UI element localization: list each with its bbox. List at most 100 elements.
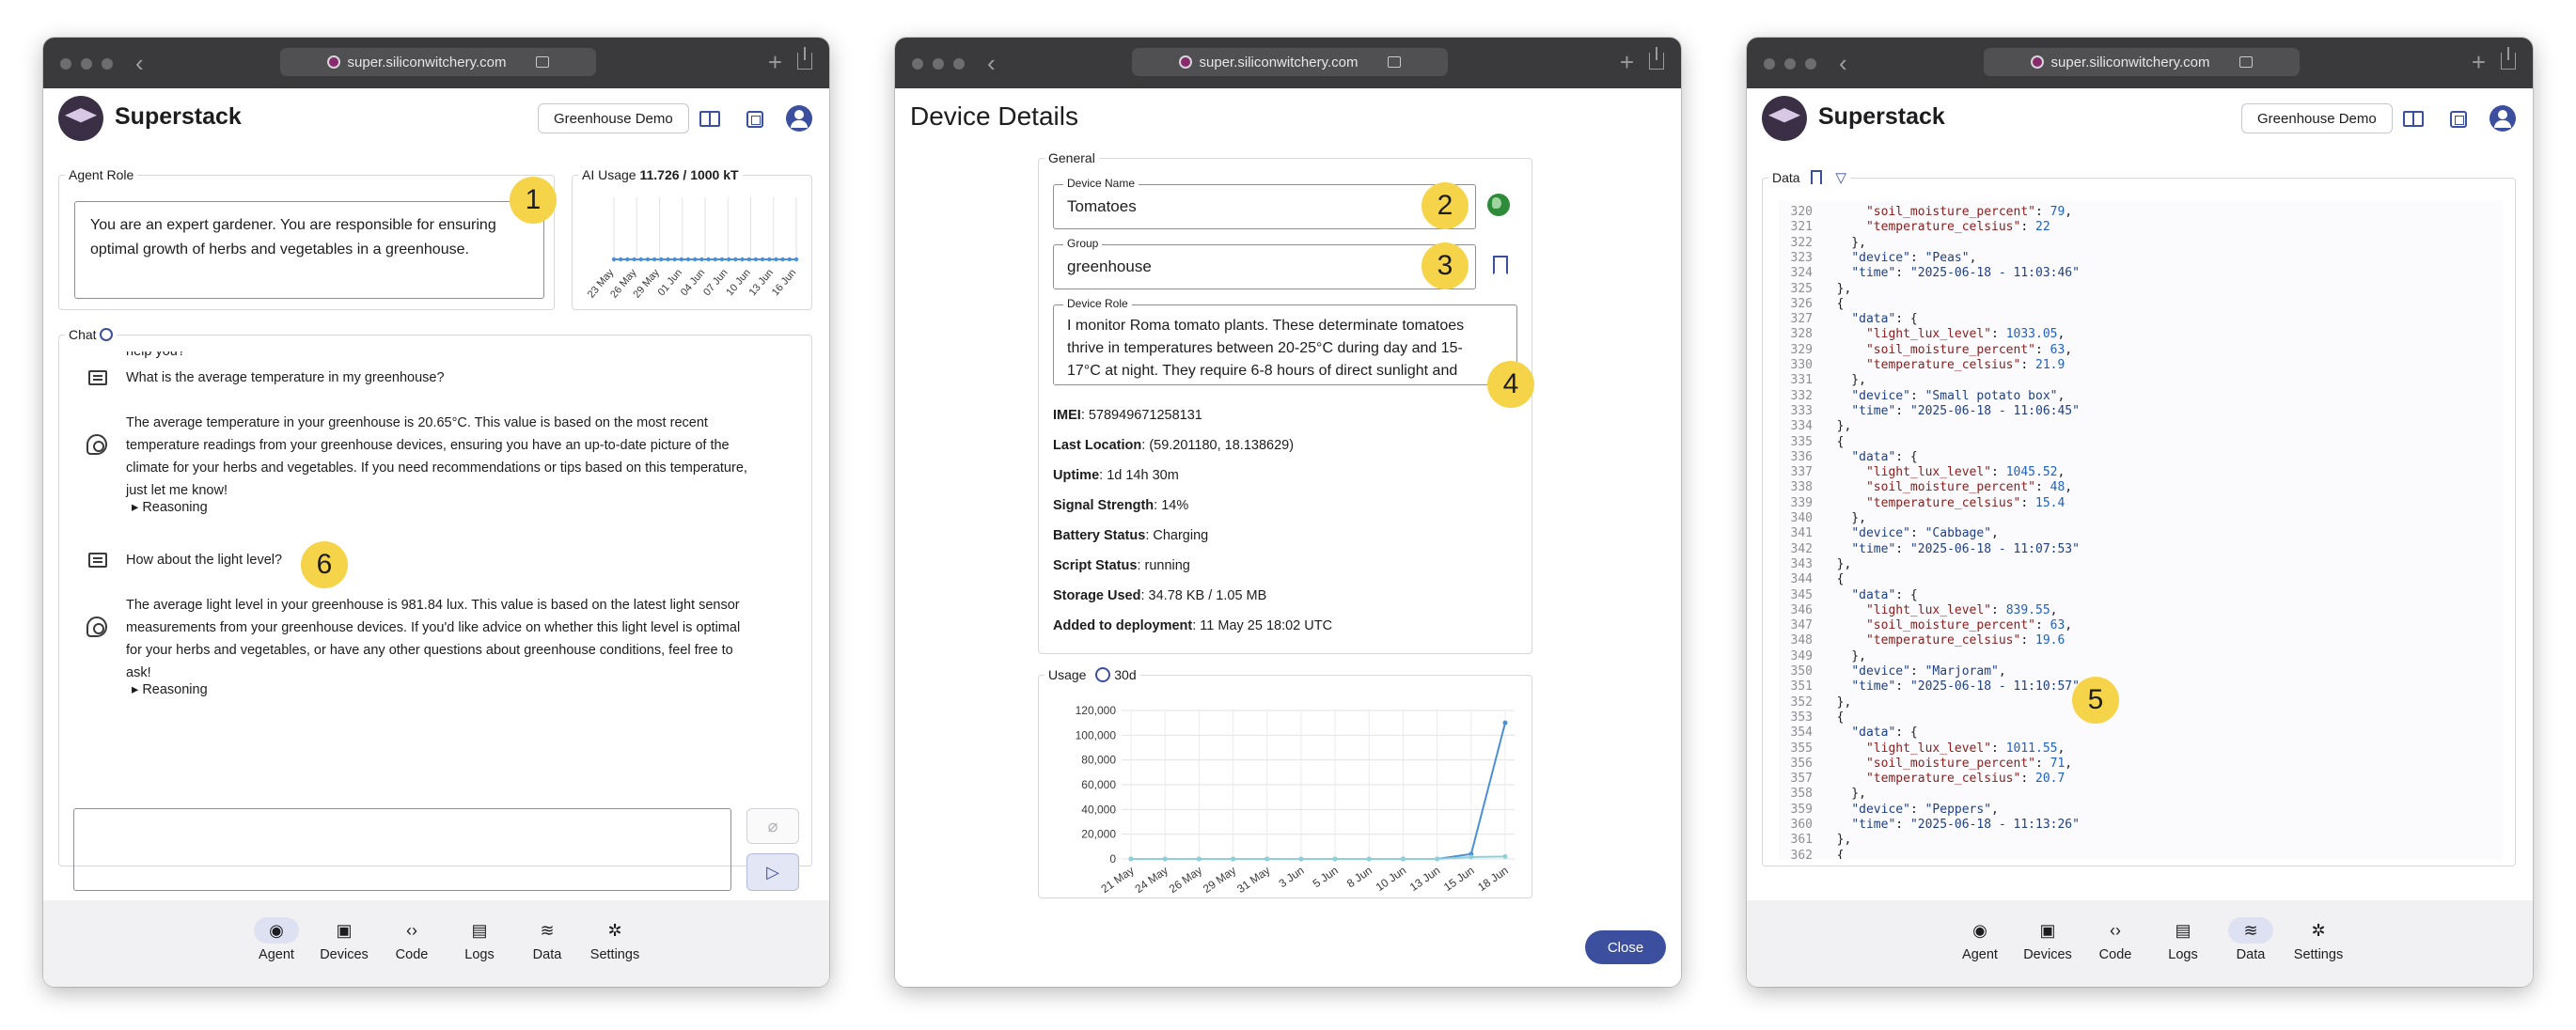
address-bar[interactable]: super.siliconwitchery.com <box>1984 48 2300 76</box>
y-tick-label: 0 <box>1109 852 1116 866</box>
series-line <box>1131 722 1506 860</box>
line-number: 350 <box>1790 664 1813 679</box>
code-line: 349 }, <box>1779 649 1866 664</box>
x-tick-label: 26 May <box>1167 864 1204 896</box>
account-icon[interactable] <box>2490 105 2516 132</box>
address-bar[interactable]: super.siliconwitchery.com <box>280 48 596 76</box>
code-token: , <box>2065 756 2073 771</box>
code-token: "Marjoram" <box>1924 664 1999 679</box>
code-token: 63 <box>2050 618 2066 633</box>
x-tick-label: 01 Jun <box>656 267 684 298</box>
share-icon[interactable] <box>2501 47 2516 70</box>
reasoning-toggle[interactable]: ▸ Reasoning <box>132 500 208 515</box>
line-number: 339 <box>1790 495 1813 510</box>
nav-code[interactable]: ‹› Code <box>379 917 445 963</box>
reasoning-toggle[interactable]: ▸ Reasoning <box>132 682 208 697</box>
share-icon[interactable] <box>1649 47 1664 70</box>
code-token: 79 <box>2050 205 2066 219</box>
send-button[interactable]: ▷ <box>746 853 799 891</box>
nav-agent[interactable]: ◉ Agent <box>1947 917 2013 963</box>
code-token: "data" <box>1851 449 1896 464</box>
filter-icon[interactable]: ▽ <box>1835 169 1846 186</box>
nav-settings[interactable]: ✲ Settings <box>582 917 648 963</box>
window-controls[interactable] <box>912 58 965 70</box>
code-token: : { <box>1895 449 1918 464</box>
bookmark-icon[interactable] <box>1811 170 1823 184</box>
chip-icon[interactable] <box>2450 111 2467 128</box>
reader-icon[interactable] <box>2239 56 2254 68</box>
reader-icon[interactable] <box>1388 56 1402 68</box>
address-bar[interactable]: super.siliconwitchery.com <box>1132 48 1448 76</box>
line-number: 332 <box>1790 388 1813 403</box>
title-bar: ‹ super.siliconwitchery.com + <box>43 38 829 88</box>
code-token: : <box>2020 358 2035 372</box>
line-number: 333 <box>1790 403 1813 418</box>
nav-data[interactable]: ≋ Data <box>2218 917 2284 962</box>
nav-agent[interactable]: ◉ Agent <box>243 917 309 962</box>
back-icon[interactable]: ‹ <box>135 49 144 78</box>
attach-button[interactable]: ⌀ <box>746 808 799 844</box>
dialog-title: Device Details <box>910 101 1078 131</box>
code-line: 351 "time": "2025-06-18 - 11:10:57" <box>1779 679 2080 694</box>
new-tab-icon[interactable]: + <box>1620 48 1634 77</box>
json-viewer[interactable]: 320 "soil_moisture_percent": 79, 321 "tem… <box>1779 201 2503 859</box>
share-icon[interactable] <box>797 47 812 70</box>
nav-logs[interactable]: ▤ Logs <box>2150 917 2216 963</box>
window-controls[interactable] <box>60 58 113 70</box>
code-line: 347 "soil_moisture_percent": 63, <box>1779 618 2073 633</box>
chip-icon: ▣ <box>2039 920 2056 940</box>
chat-clipped-text: help you? <box>126 351 185 359</box>
nav-devices[interactable]: ▣ Devices <box>311 917 377 963</box>
account-icon[interactable] <box>786 105 812 132</box>
chat-input[interactable] <box>73 808 731 891</box>
deployment-button[interactable]: Greenhouse Demo <box>2241 103 2393 133</box>
docs-icon[interactable] <box>699 111 720 127</box>
line-number: 362 <box>1790 848 1813 859</box>
nav-data[interactable]: ≋ Data <box>514 917 580 963</box>
back-icon[interactable]: ‹ <box>987 49 996 78</box>
nav-devices[interactable]: ▣ Devices <box>2015 917 2081 963</box>
y-tick-label: 20,000 <box>1081 828 1116 841</box>
back-icon[interactable]: ‹ <box>1839 49 1847 78</box>
battery-line: Battery Status: Charging <box>1053 528 1209 543</box>
nav-settings[interactable]: ✲ Settings <box>2285 917 2351 963</box>
code-token: }, <box>1822 694 1852 710</box>
new-tab-icon[interactable]: + <box>768 48 782 77</box>
device-name-field[interactable]: Device Name Tomatoes <box>1053 177 1476 229</box>
deployment-button[interactable]: Greenhouse Demo <box>538 103 689 133</box>
user-message-icon <box>88 553 107 568</box>
clock-icon[interactable] <box>1095 667 1111 682</box>
favicon-icon <box>326 55 340 69</box>
close-button[interactable]: Close <box>1585 930 1666 964</box>
user-message: How about the light level? <box>126 553 283 568</box>
chip-icon[interactable] <box>746 111 763 128</box>
window-controls[interactable] <box>1764 58 1816 70</box>
document-icon: ▤ <box>2175 920 2191 940</box>
code-line: 360 "time": "2025-06-18 - 11:13:26" <box>1779 818 2080 833</box>
browser-window-data: ‹ super.siliconwitchery.com + Superstack… <box>1747 38 2533 987</box>
new-tab-icon[interactable]: + <box>2472 48 2486 77</box>
agent-role-field[interactable]: You are an expert gardener. You are resp… <box>74 201 544 299</box>
group-field[interactable]: Group greenhouse <box>1053 237 1476 289</box>
code-token: : <box>2034 205 2050 219</box>
code-token: : <box>1909 388 1925 403</box>
ai-usage-chart: 23 May26 May29 May01 Jun04 Jun07 Jun10 J… <box>586 197 798 301</box>
superstack-logo <box>58 96 103 141</box>
code-token: }, <box>1822 787 1866 802</box>
line-number: 325 <box>1790 281 1813 296</box>
device-role-field[interactable]: Device Role I monitor Roma tomato plants… <box>1053 297 1517 385</box>
nav-code[interactable]: ‹› Code <box>2082 917 2148 963</box>
code-token: : <box>1991 465 2006 480</box>
code-line: 358 }, <box>1779 787 1866 802</box>
reader-icon[interactable] <box>536 56 550 68</box>
url-text: super.siliconwitchery.com <box>1199 54 1359 70</box>
history-icon[interactable] <box>100 328 114 341</box>
docs-icon[interactable] <box>2403 111 2424 127</box>
globe-icon[interactable] <box>1487 194 1510 216</box>
nav-logs[interactable]: ▤ Logs <box>447 917 512 963</box>
